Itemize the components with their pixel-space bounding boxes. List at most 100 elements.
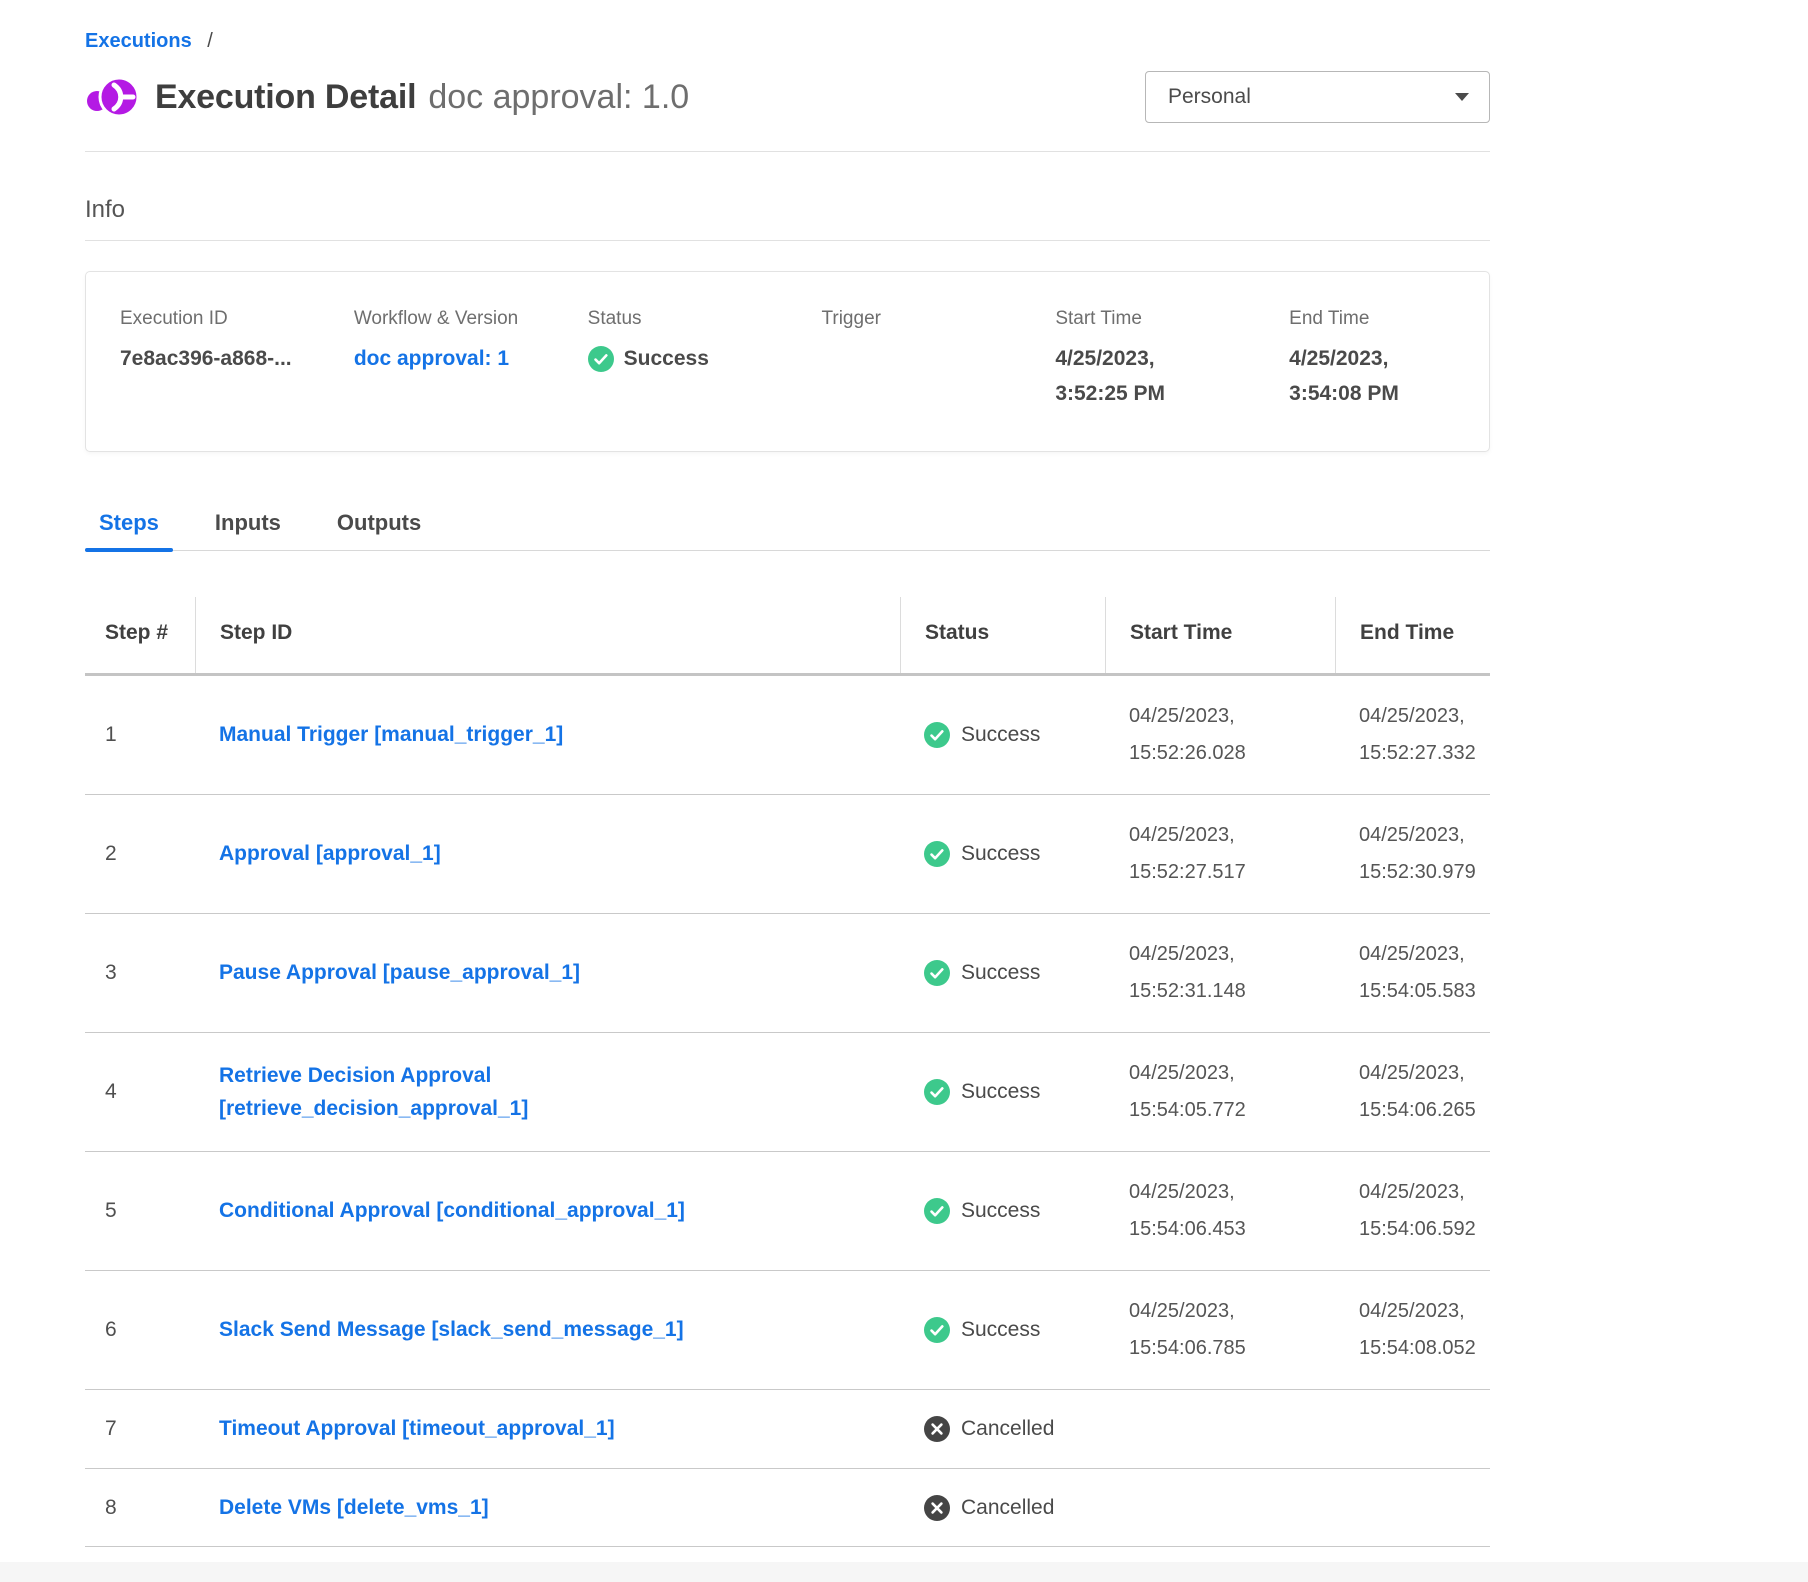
steps-table: Step # Step ID Status Start Time End Tim… [85,597,1490,1547]
step-id-link[interactable]: Manual Trigger [manual_trigger_1] [219,718,563,752]
step-start-time [1105,1407,1335,1451]
status-text: Success [961,842,1040,866]
workspace-dropdown-value: Personal [1168,85,1251,109]
step-number: 7 [85,1395,195,1463]
status-cell: Success [900,819,1105,889]
step-id-link[interactable]: Conditional Approval [conditional_approv… [219,1194,685,1228]
status-text: Success [961,723,1040,747]
page-subtitle: doc approval: 1.0 [428,78,689,117]
step-number: 6 [85,1296,195,1364]
status-label: Status [588,308,764,330]
workspace-dropdown[interactable]: Personal [1145,71,1490,123]
page-header: Execution Detail doc approval: 1.0 Perso… [85,71,1490,123]
step-start-time: 04/25/2023, 15:54:05.772 [1105,1033,1335,1151]
status-text: Cancelled [961,1417,1054,1441]
success-icon [924,1079,950,1105]
page-title: Execution Detail [155,78,416,117]
steps-table-header: Step # Step ID Status Start Time End Tim… [85,597,1490,676]
start-time-value: 4/25/2023, 3:52:25 PM [1055,342,1231,411]
trigger-label: Trigger [821,308,997,330]
info-divider [85,240,1490,241]
step-start-time: 04/25/2023, 15:52:27.517 [1105,795,1335,913]
step-number: 3 [85,939,195,1007]
step-number: 8 [85,1474,195,1542]
step-id-link[interactable]: Pause Approval [pause_approval_1] [219,956,580,990]
step-start-time: 04/25/2023, 15:54:06.453 [1105,1152,1335,1270]
status-cell: Success [900,1295,1105,1365]
step-start-time: 04/25/2023, 15:54:06.785 [1105,1271,1335,1389]
end-time-value: 4/25/2023, 3:54:08 PM [1289,342,1465,411]
tab-outputs[interactable]: Outputs [323,510,435,550]
cancelled-icon [924,1416,950,1442]
col-start-time: Start Time [1105,597,1335,673]
workflow-version-label: Workflow & Version [354,308,530,330]
step-number: 1 [85,701,195,769]
col-step-id: Step ID [195,597,900,673]
bottom-strip [0,1562,1808,1582]
status-cell: Success [900,700,1105,770]
table-row: 1 Manual Trigger [manual_trigger_1] Succ… [85,676,1490,795]
step-id-link[interactable]: Delete VMs [delete_vms_1] [219,1491,489,1525]
step-id-link[interactable]: Retrieve Decision Approval [retrieve_dec… [219,1059,779,1126]
step-end-time: 04/25/2023, 15:54:08.052 [1335,1271,1490,1389]
success-icon [924,841,950,867]
step-start-time: 04/25/2023, 15:52:26.028 [1105,676,1335,794]
step-end-time [1335,1407,1490,1451]
success-icon [924,960,950,986]
status-cell: Success [900,1176,1105,1246]
status-cell: Cancelled [900,1473,1105,1543]
status-text: Success [961,1199,1040,1223]
execution-id-label: Execution ID [120,308,296,330]
col-status: Status [900,597,1105,673]
success-icon [924,722,950,748]
steps-table-body: 1 Manual Trigger [manual_trigger_1] Succ… [85,676,1490,1547]
start-time-label: Start Time [1055,308,1231,330]
breadcrumb-separator: / [207,30,213,52]
table-row: 2 Approval [approval_1] Success 04/25/20… [85,795,1490,914]
execution-info-card: Execution ID 7e8ac396-a868-... Workflow … [85,271,1490,452]
tab-steps[interactable]: Steps [85,510,173,550]
status-text: Cancelled [961,1496,1054,1520]
step-start-time: 04/25/2023, 15:52:31.148 [1105,914,1335,1032]
status-text: Success [961,1080,1040,1104]
step-id-link[interactable]: Slack Send Message [slack_send_message_1… [219,1313,684,1347]
cancelled-icon [924,1495,950,1521]
chevron-down-icon [1455,93,1469,101]
step-end-time [1335,1486,1490,1530]
status-cell: Success [900,1057,1105,1127]
step-end-time: 04/25/2023, 15:54:05.583 [1335,914,1490,1032]
success-icon [924,1317,950,1343]
step-end-time: 04/25/2023, 15:52:27.332 [1335,676,1490,794]
step-start-time [1105,1486,1335,1530]
col-end-time: End Time [1335,597,1490,673]
step-end-time: 04/25/2023, 15:54:06.265 [1335,1033,1490,1151]
detail-tabs: Steps Inputs Outputs [85,510,1490,551]
status-cell: Cancelled [900,1394,1105,1464]
workflow-version-link[interactable]: doc approval: 1 [354,347,509,370]
status-cell: Success [900,938,1105,1008]
end-time-label: End Time [1289,308,1465,330]
tab-inputs[interactable]: Inputs [201,510,295,550]
status-value: Success [624,342,709,377]
table-row: 7 Timeout Approval [timeout_approval_1] … [85,1390,1490,1469]
step-number: 5 [85,1177,195,1245]
table-row: 5 Conditional Approval [conditional_appr… [85,1152,1490,1271]
step-id-link[interactable]: Approval [approval_1] [219,837,441,871]
step-end-time: 04/25/2023, 15:52:30.979 [1335,795,1490,913]
step-id-link[interactable]: Timeout Approval [timeout_approval_1] [219,1412,615,1446]
info-section-heading: Info [85,196,1490,224]
header-divider [85,151,1490,152]
step-end-time: 04/25/2023, 15:54:06.592 [1335,1152,1490,1270]
step-number: 4 [85,1058,195,1126]
breadcrumb: Executions / [85,0,1490,53]
col-step-num: Step # [85,597,195,673]
status-text: Success [961,1318,1040,1342]
workflow-brand-icon [85,71,141,123]
success-icon [588,346,614,372]
success-icon [924,1198,950,1224]
table-row: 8 Delete VMs [delete_vms_1] Cancelled [85,1469,1490,1548]
breadcrumb-executions-link[interactable]: Executions [85,30,192,52]
status-text: Success [961,961,1040,985]
table-row: 4 Retrieve Decision Approval [retrieve_d… [85,1033,1490,1152]
table-row: 3 Pause Approval [pause_approval_1] Succ… [85,914,1490,1033]
